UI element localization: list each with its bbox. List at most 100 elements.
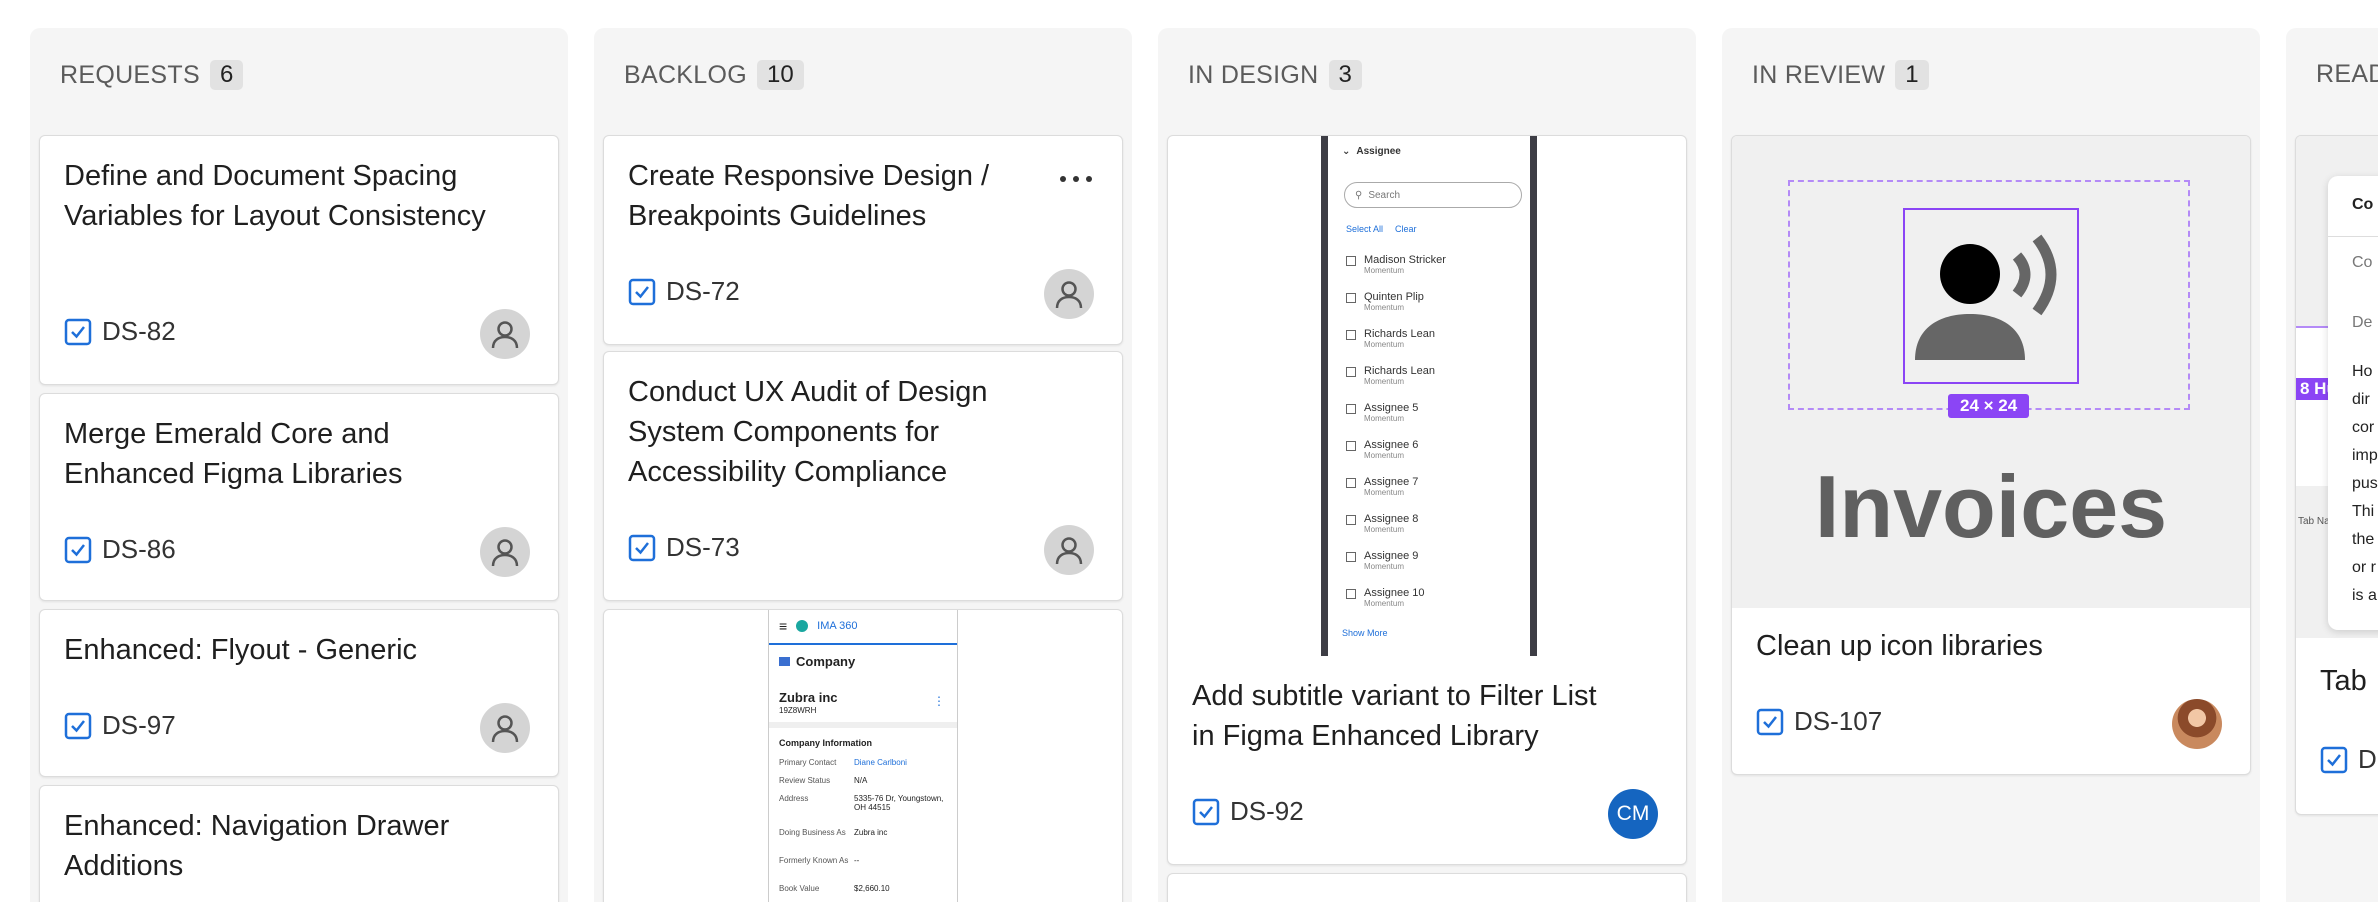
item-name: Assignee 9 [1364, 550, 1419, 562]
ticket-id[interactable]: DS-86 [102, 534, 176, 565]
ticket-id[interactable]: DS-107 [1794, 706, 1882, 737]
filter-heading-label: Assignee [1356, 146, 1401, 157]
show-more-link[interactable]: Show More [1342, 628, 1388, 638]
task-card[interactable]: Conduct UX Audit of Design System Compon… [603, 351, 1123, 601]
filter-item[interactable]: Assignee 5 Momentum [1346, 402, 1418, 423]
search-input[interactable]: ⚲ Search [1344, 182, 1522, 208]
field-value: $2,660.10 [854, 884, 890, 893]
voice-user-icon [1915, 234, 2057, 360]
ticket-id[interactable]: D [2358, 744, 2377, 775]
user-icon [491, 539, 519, 567]
checkbox-icon [1346, 478, 1356, 488]
filter-item[interactable]: Assignee 8 Momentum [1346, 513, 1418, 534]
task-card[interactable]: Enhanced: Flyout - Generic DS-97 [39, 609, 559, 777]
card-title: Define and Document Spacing Variables fo… [64, 160, 486, 232]
avatar[interactable] [1044, 525, 1094, 575]
checkbox-icon [1346, 404, 1356, 414]
dialog-line: the [2352, 531, 2375, 548]
card-title: Merge Emerald Core and Enhanced Figma Li… [64, 418, 403, 490]
menu-icon: ≡ [779, 618, 788, 634]
card-title: Tab [2320, 665, 2367, 697]
filter-item[interactable]: Madison Stricker Momentum [1346, 254, 1446, 275]
field-value: -- [854, 856, 860, 865]
field-label: Address [779, 794, 809, 803]
item-subtitle: Momentum [1364, 451, 1405, 460]
ticket-id[interactable]: DS-72 [666, 276, 740, 307]
task-checkbox-icon [628, 534, 656, 561]
user-icon [1055, 537, 1083, 565]
ticket-id[interactable]: DS-73 [666, 532, 740, 563]
task-card-with-preview[interactable]: ≡ IMA 360 Company Zubra inc 19Z8WRH ⋮ Co… [603, 609, 1123, 902]
section-header: Company [779, 654, 855, 669]
filter-item[interactable]: Quinten Plip Momentum [1346, 291, 1424, 312]
item-subtitle: Momentum [1364, 303, 1405, 312]
task-card[interactable]: Enhanced: Navigation Drawer Additions [39, 785, 559, 902]
size-badge: 24 × 24 [1948, 394, 2030, 418]
filter-item[interactable]: Richards Lean Momentum [1346, 328, 1435, 349]
card-footer: DS-97 [64, 710, 176, 741]
dialog-line: Co [2352, 254, 2373, 271]
task-card[interactable]: Define and Document Spacing Variables fo… [39, 135, 559, 385]
filter-item[interactable]: Richards Lean Momentum [1346, 365, 1435, 386]
column-count-badge: 10 [756, 60, 804, 90]
checkbox-icon [1346, 330, 1356, 340]
item-name: Richards Lean [1364, 328, 1435, 340]
item-name: Assignee 7 [1364, 476, 1419, 488]
ticket-id[interactable]: DS-82 [102, 316, 176, 347]
item-name: Madison Stricker [1364, 254, 1446, 266]
avatar-initials[interactable]: CM [1608, 789, 1658, 839]
dialog-card: Co Co De Ho dir cor imp pus Thi the or r… [2328, 176, 2378, 630]
column-title: BACKLOG [624, 60, 747, 89]
column-title: READ [2316, 60, 2378, 88]
info-heading: Company Information [779, 738, 873, 748]
item-name: Quinten Plip [1364, 291, 1424, 303]
task-card[interactable]: Merge Emerald Core and Enhanced Figma Li… [39, 393, 559, 601]
filter-item[interactable]: Assignee 7 Momentum [1346, 476, 1418, 497]
avatar[interactable] [1044, 269, 1094, 319]
tab-name-label: Tab Na [2298, 516, 2330, 527]
item-subtitle: Momentum [1364, 488, 1405, 497]
item-subtitle: Momentum [1364, 525, 1405, 534]
clear-link[interactable]: Clear [1395, 224, 1417, 234]
task-card-with-preview[interactable]: 8 Hu Tab Na Co Co De Ho dir cor imp pus … [2295, 135, 2378, 815]
more-options-icon[interactable] [1060, 176, 1092, 182]
checkbox-icon [1346, 367, 1356, 377]
dialog-line: dir [2352, 391, 2370, 408]
ticket-id[interactable]: DS-97 [102, 710, 176, 741]
icon-preview: 24 × 24 Invoices [1732, 136, 2250, 608]
section-title: Company [796, 654, 856, 669]
filter-item[interactable]: Assignee 10 Momentum [1346, 587, 1425, 608]
app-name: IMA 360 [817, 620, 858, 632]
task-card-with-preview[interactable]: ⌄ Assignee ⚲ Search Select All Clear Mad… [1167, 135, 1687, 865]
task-card-with-preview[interactable]: 24 × 24 Invoices Clean up icon libraries… [1731, 135, 2251, 775]
avatar[interactable] [480, 527, 530, 577]
card-title: Create Responsive Design / Breakpoints G… [628, 160, 990, 232]
filter-item[interactable]: Assignee 6 Momentum [1346, 439, 1418, 460]
select-all-link[interactable]: Select All [1346, 224, 1383, 234]
field-label: Formerly Known As [779, 856, 849, 865]
field-label: Review Status [779, 776, 831, 785]
filter-heading: ⌄ Assignee [1342, 146, 1401, 157]
card-title: Clean up icon libraries [1756, 630, 2043, 662]
folder-icon [779, 657, 790, 666]
column-requests: REQUESTS 6 Define and Document Spacing V… [30, 28, 568, 902]
checkbox-icon [1346, 256, 1356, 266]
dialog-line: pus [2352, 475, 2378, 492]
task-card[interactable]: Create Responsive Design / Breakpoints G… [603, 135, 1123, 345]
mobile-screen-preview: ≡ IMA 360 Company Zubra inc 19Z8WRH ⋮ Co… [768, 610, 958, 902]
column-title: IN REVIEW [1752, 60, 1886, 89]
item-subtitle: Momentum [1364, 414, 1405, 423]
chevron-down-icon: ⌄ [1342, 146, 1351, 157]
ticket-id[interactable]: DS-92 [1230, 796, 1304, 827]
filter-item[interactable]: Assignee 9 Momentum [1346, 550, 1418, 571]
checkbox-icon [1346, 552, 1356, 562]
item-name: Assignee 10 [1364, 587, 1425, 599]
avatar[interactable] [480, 309, 530, 359]
task-card[interactable] [1167, 873, 1687, 902]
avatar-photo[interactable] [2172, 699, 2222, 749]
app-logo-icon [796, 620, 809, 632]
task-checkbox-icon [1756, 708, 1784, 735]
more-vertical-icon: ⋮ [933, 694, 945, 708]
avatar[interactable] [480, 703, 530, 753]
dialog-line: Co [2352, 196, 2374, 213]
